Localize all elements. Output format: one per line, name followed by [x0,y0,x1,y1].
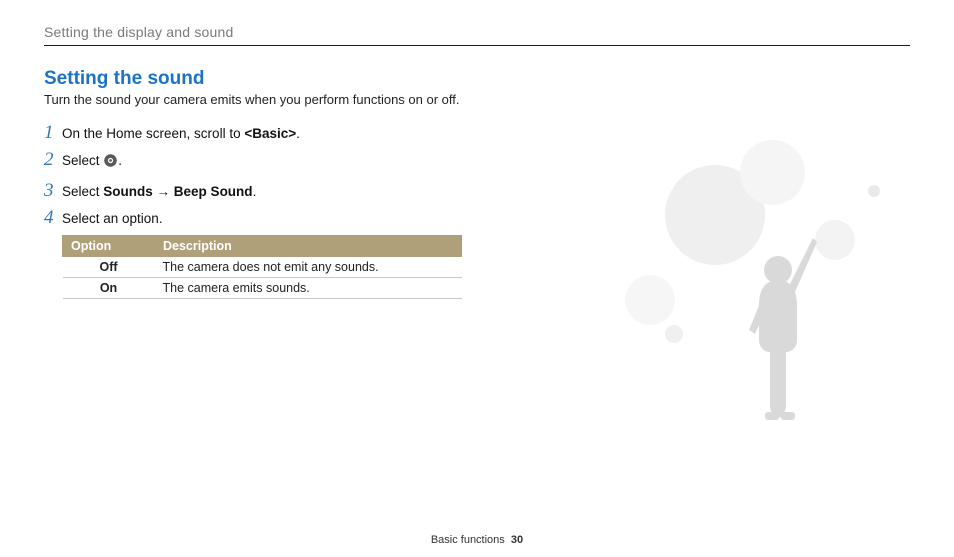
steps-list: 1 On the Home screen, scroll to <Basic>.… [44,123,474,299]
bubble-icon [868,185,880,197]
step-number: 1 [44,123,62,142]
decorative-art [590,120,910,460]
step-2: 2 Select . [44,150,474,174]
step-2-post: . [118,153,122,168]
options-table: Option Description Off The camera does n… [62,235,462,299]
bubble-icon [625,275,675,325]
table-row: On The camera emits sounds. [63,278,462,299]
step-text: Select Sounds → Beep Sound. [62,182,256,202]
step-4: 4 Select an option. [44,208,474,229]
breadcrumb: Setting the display and sound [44,24,910,40]
bubble-icon [665,325,683,343]
step-1-bold: <Basic> [244,126,296,141]
page-footer: Basic functions 30 [0,534,954,546]
step-text: Select an option. [62,209,163,229]
step-1-post: . [296,126,300,141]
step-1: 1 On the Home screen, scroll to <Basic>. [44,123,474,144]
bubble-icon [815,220,855,260]
child-silhouette-icon [725,230,820,440]
step-3: 3 Select Sounds → Beep Sound. [44,181,474,202]
arrow-icon: → [153,184,174,199]
section-title: Setting the sound [44,68,910,90]
intro-text: Turn the sound your camera emits when yo… [44,92,910,107]
table-row: Off The camera does not emit any sounds. [63,257,462,278]
settings-icon [103,153,118,174]
step-text: On the Home screen, scroll to <Basic>. [62,124,300,144]
step-3-pre: Select [62,184,103,199]
bubble-icon [740,140,805,205]
description-cell: The camera does not emit any sounds. [155,257,462,278]
divider [44,45,910,46]
step-2-pre: Select [62,153,103,168]
option-cell: On [63,278,155,299]
step-number: 4 [44,208,62,227]
option-cell: Off [63,257,155,278]
step-text: Select . [62,151,122,174]
step-3-b1: Sounds [103,184,153,199]
footer-section: Basic functions [431,534,505,546]
col-description: Description [155,236,462,257]
step-number: 3 [44,181,62,200]
step-3-b2: Beep Sound [174,184,253,199]
manual-page: Setting the display and sound Setting th… [0,0,954,557]
bubble-icon [665,165,765,265]
description-cell: The camera emits sounds. [155,278,462,299]
step-1-pre: On the Home screen, scroll to [62,126,244,141]
footer-page-number: 30 [511,534,523,546]
step-number: 2 [44,150,62,169]
col-option: Option [63,236,155,257]
step-3-post: . [253,184,257,199]
table-header-row: Option Description [63,236,462,257]
